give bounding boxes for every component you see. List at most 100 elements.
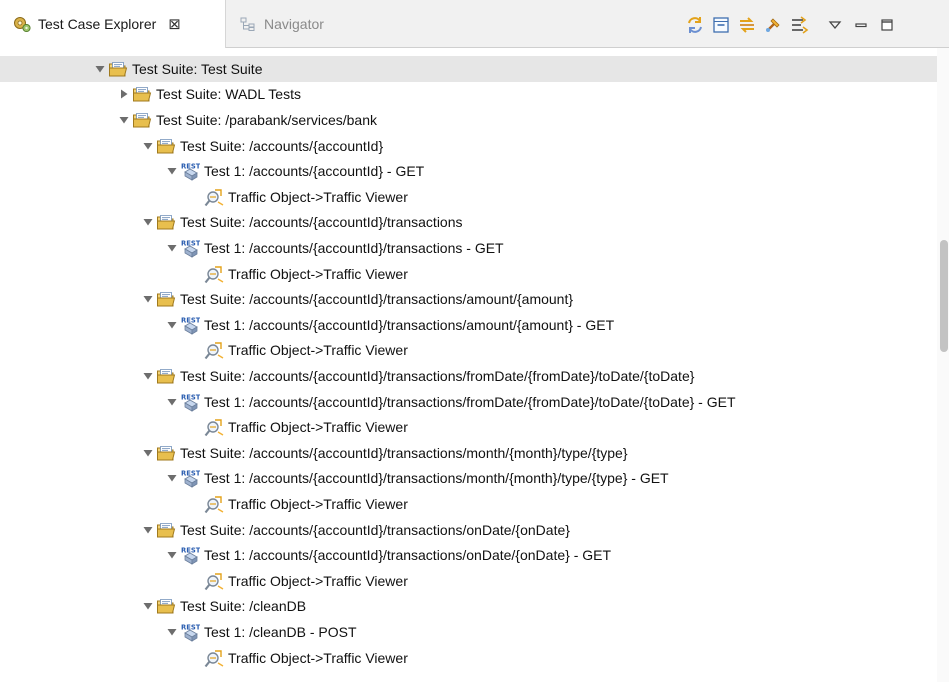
tree-item-label: Test Suite: /accounts/{accountId}/transa… xyxy=(180,367,695,384)
view-menu-icon[interactable] xyxy=(822,12,848,38)
tree-item-test-suite[interactable]: Test Suite: WADL Tests xyxy=(0,82,937,108)
rest-client-icon: REST xyxy=(180,392,201,412)
expanded-twisty-icon[interactable] xyxy=(166,549,178,561)
rest-client-icon: REST xyxy=(180,161,201,181)
tree-item-label: Test Suite: /accounts/{accountId}/transa… xyxy=(180,444,628,461)
tree-item-label: Test 1: /accounts/{accountId} - GET xyxy=(204,163,425,180)
tree-item-label: Test Suite: WADL Tests xyxy=(156,86,301,103)
tree-item-rest-test[interactable]: REST Test 1: /accounts/{accountId} - GET xyxy=(0,158,937,184)
minimize-icon[interactable] xyxy=(848,12,874,38)
view-tab-bar: Test Case Explorer ⊠ Navigator xyxy=(0,0,949,48)
tree-item-test-suite[interactable]: Test Suite: Test Suite xyxy=(0,56,937,82)
tree-item-test-suite[interactable]: Test Suite: /accounts/{accountId}/transa… xyxy=(0,210,937,236)
tree-item-label: Traffic Object->Traffic Viewer xyxy=(228,572,408,589)
svg-text:REST: REST xyxy=(181,623,200,631)
view-toolbar xyxy=(682,12,900,38)
test-suite-icon xyxy=(156,212,176,232)
tree-item-label: Traffic Object->Traffic Viewer xyxy=(228,495,408,512)
sync-icon[interactable] xyxy=(682,12,708,38)
expanded-twisty-icon[interactable] xyxy=(94,63,106,75)
tree-item-traffic-viewer[interactable]: Traffic Object->Traffic Viewer xyxy=(0,568,937,594)
collapse-all-icon[interactable] xyxy=(708,12,734,38)
svg-text:REST: REST xyxy=(181,470,200,478)
test-suite-icon xyxy=(156,520,176,540)
tree-item-rest-test[interactable]: REST Test 1: /accounts/{accountId}/transa… xyxy=(0,466,937,492)
expanded-twisty-icon[interactable] xyxy=(166,626,178,638)
traffic-viewer-icon xyxy=(204,417,224,437)
tree-item-test-suite[interactable]: Test Suite: /accounts/{accountId}/transa… xyxy=(0,286,937,312)
tree-item-traffic-viewer[interactable]: Traffic Object->Traffic Viewer xyxy=(0,645,937,671)
vertical-scrollbar[interactable] xyxy=(937,48,949,682)
tree-item-test-suite[interactable]: Test Suite: /accounts/{accountId}/transa… xyxy=(0,517,937,543)
test-suite-icon xyxy=(156,136,176,156)
svg-text:REST: REST xyxy=(181,393,200,401)
test-suite-icon xyxy=(156,366,176,386)
expanded-twisty-icon[interactable] xyxy=(166,319,178,331)
tree-item-label: Traffic Object->Traffic Viewer xyxy=(228,419,408,436)
tree-item-traffic-viewer[interactable]: Traffic Object->Traffic Viewer xyxy=(0,491,937,517)
collapsed-twisty-icon[interactable] xyxy=(118,88,130,100)
run-icon[interactable] xyxy=(760,12,786,38)
link-with-editor-icon[interactable] xyxy=(734,12,760,38)
expanded-twisty-icon[interactable] xyxy=(166,242,178,254)
tree-item-label: Test 1: /cleanDB - POST xyxy=(204,623,357,640)
tree-item-traffic-viewer[interactable]: Traffic Object->Traffic Viewer xyxy=(0,261,937,287)
filter-icon[interactable] xyxy=(786,12,812,38)
traffic-viewer-icon xyxy=(204,340,224,360)
tree-item-label: Test 1: /accounts/{accountId}/transactio… xyxy=(204,239,504,256)
tree-item-test-suite[interactable]: Test Suite: /accounts/{accountId} xyxy=(0,133,937,159)
expanded-twisty-icon[interactable] xyxy=(142,447,154,459)
expanded-twisty-icon[interactable] xyxy=(118,114,130,126)
expanded-twisty-icon[interactable] xyxy=(166,472,178,484)
tree-item-rest-test[interactable]: REST Test 1: /accounts/{accountId}/transa… xyxy=(0,312,937,338)
expanded-twisty-icon[interactable] xyxy=(142,370,154,382)
tree-item-test-suite[interactable]: Test Suite: /accounts/{accountId}/transa… xyxy=(0,440,937,466)
expanded-twisty-icon[interactable] xyxy=(142,293,154,305)
test-suite-icon xyxy=(156,443,176,463)
tree-item-label: Traffic Object->Traffic Viewer xyxy=(228,342,408,359)
tree-item-test-suite[interactable]: Test Suite: /accounts/{accountId}/transa… xyxy=(0,363,937,389)
test-case-tree[interactable]: Test Suite: Test Suite Test Suite: WADL T… xyxy=(0,48,937,682)
tree-item-traffic-viewer[interactable]: Traffic Object->Traffic Viewer xyxy=(0,338,937,364)
expanded-twisty-icon[interactable] xyxy=(142,524,154,536)
expanded-twisty-icon[interactable] xyxy=(142,140,154,152)
svg-text:REST: REST xyxy=(181,163,200,171)
tab-navigator[interactable]: Navigator xyxy=(238,0,324,48)
rest-client-icon: REST xyxy=(180,315,201,335)
scrollbar-thumb[interactable] xyxy=(940,240,948,352)
tree-item-rest-test[interactable]: REST Test 1: /accounts/{accountId}/transa… xyxy=(0,542,937,568)
expanded-twisty-icon[interactable] xyxy=(142,600,154,612)
tree-item-label: Test Suite: /cleanDB xyxy=(180,598,307,615)
tree-item-label: Traffic Object->Traffic Viewer xyxy=(228,188,408,205)
traffic-viewer-icon xyxy=(204,187,224,207)
traffic-viewer-icon xyxy=(204,571,224,591)
tab-label: Navigator xyxy=(264,16,324,32)
close-tab-icon[interactable]: ⊠ xyxy=(168,15,181,33)
tab-test-case-explorer[interactable]: Test Case Explorer ⊠ xyxy=(0,0,226,48)
tree-item-test-suite[interactable]: Test Suite: /cleanDB xyxy=(0,594,937,620)
partial-row-top xyxy=(112,48,132,54)
expanded-twisty-icon[interactable] xyxy=(166,165,178,177)
tree-item-rest-test[interactable]: REST Test 1: /accounts/{accountId}/transa… xyxy=(0,235,937,261)
traffic-viewer-icon xyxy=(204,264,224,284)
maximize-icon[interactable] xyxy=(874,12,900,38)
test-suite-icon xyxy=(108,59,128,79)
tree-item-test-suite[interactable]: Test Suite: /parabank/services/bank xyxy=(0,107,937,133)
rest-client-icon: REST xyxy=(180,622,201,642)
expanded-twisty-icon[interactable] xyxy=(166,396,178,408)
traffic-viewer-icon xyxy=(204,648,224,668)
expanded-twisty-icon[interactable] xyxy=(142,216,154,228)
tree-item-label: Test Suite: /accounts/{accountId} xyxy=(180,137,384,154)
test-suite-icon xyxy=(156,596,176,616)
tree-item-rest-test[interactable]: REST Test 1: /accounts/{accountId}/transa… xyxy=(0,389,937,415)
tree-item-rest-test[interactable]: REST Test 1: /cleanDB - POST xyxy=(0,619,937,645)
svg-text:REST: REST xyxy=(181,316,200,324)
tree-item-traffic-viewer[interactable]: Traffic Object->Traffic Viewer xyxy=(0,414,937,440)
tree-item-traffic-viewer[interactable]: Traffic Object->Traffic Viewer xyxy=(0,184,937,210)
tree-item-label: Test 1: /accounts/{accountId}/transactio… xyxy=(204,393,736,410)
